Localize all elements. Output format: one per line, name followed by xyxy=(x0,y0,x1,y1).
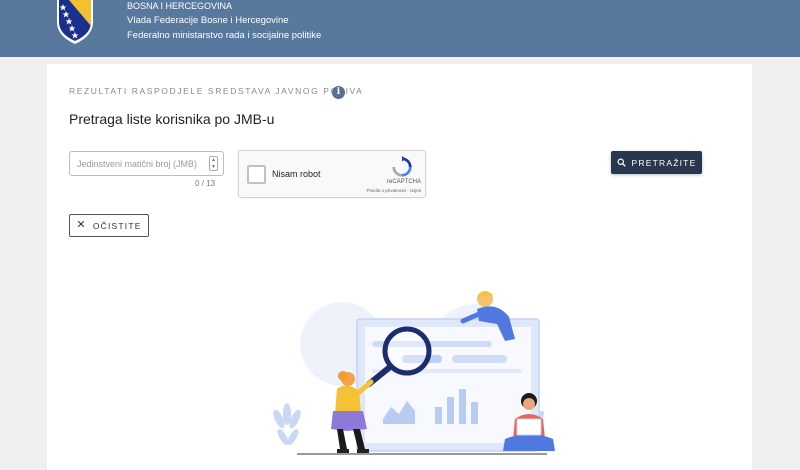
recaptcha-label: Nisam robot xyxy=(272,169,321,179)
close-icon: ✕ xyxy=(76,219,87,231)
top-header: BOSNA I HERCEGOVINA Vlada Federacije Bos… xyxy=(0,0,800,57)
jmb-character-counter: 0 / 13 xyxy=(195,179,216,188)
search-button-label: PRETRAŽITE xyxy=(631,157,697,168)
jmb-input[interactable] xyxy=(69,151,224,176)
recaptcha-logo-icon xyxy=(392,156,412,177)
bih-coat-of-arms-icon xyxy=(57,0,93,44)
info-icon[interactable]: i xyxy=(332,86,345,99)
clear-button-label: OČISTITE xyxy=(92,220,142,231)
page-title: Pretraga liste korisnika po JMB-u xyxy=(69,111,275,127)
recaptcha-brand: reCAPTCHA xyxy=(386,179,421,185)
search-button[interactable]: PRETRAŽITE xyxy=(611,151,702,174)
number-spinner-icon[interactable]: ▲ ▼ xyxy=(209,156,218,171)
section-label: REZULTATI RASPODJELE SREDSTAVA JAVNOG PO… xyxy=(69,86,364,96)
main-card: REZULTATI RASPODJELE SREDSTAVA JAVNOG PO… xyxy=(47,64,752,470)
search-illustration xyxy=(273,291,555,455)
header-government-name: Vlada Federacije Bosne i Hercegovine xyxy=(127,15,289,26)
clear-button[interactable]: ✕ OČISTITE xyxy=(69,214,149,237)
recaptcha-checkbox[interactable] xyxy=(247,165,266,184)
recaptcha-widget: Nisam robot reCAPTCHA Pravila o privatno… xyxy=(238,150,426,198)
header-country-name: BOSNA I HERCEGOVINA xyxy=(127,1,233,11)
search-icon xyxy=(617,158,626,167)
header-ministry-name: Federalno ministarstvo rada i socijalne … xyxy=(127,30,322,41)
recaptcha-terms-link[interactable]: Pravila o privatnosti - Uvjeti xyxy=(349,188,421,193)
